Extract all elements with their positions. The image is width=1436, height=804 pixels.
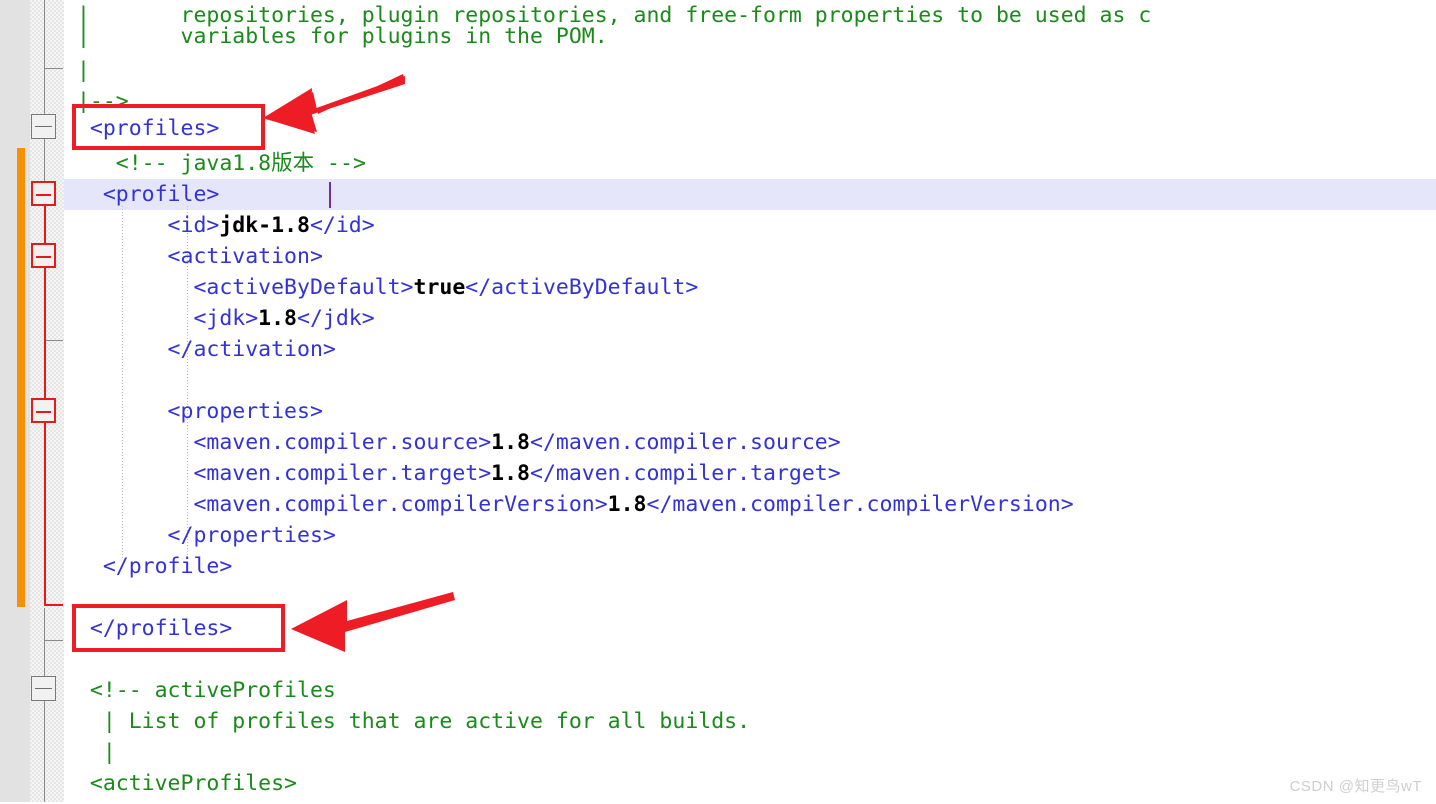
- code-token-tag: <maven.compiler.target>: [64, 461, 492, 486]
- fold-tree-line-2: [44, 139, 45, 183]
- code-line[interactable]: <profiles>: [64, 113, 219, 144]
- code-line[interactable]: |: [64, 55, 90, 86]
- code-token-value: jdk-1.8: [219, 213, 310, 238]
- code-line[interactable]: <maven.compiler.source>1.8</maven.compil…: [64, 427, 841, 458]
- code-token-tag: </profile>: [64, 554, 233, 579]
- text-caret: [329, 182, 331, 208]
- code-token-value: 1.8: [258, 306, 298, 331]
- code-line[interactable]: <!-- java1.8版本 -->: [64, 148, 366, 179]
- code-token-tag: <activation>: [64, 244, 323, 269]
- code-token-comment: <!-- activeProfiles: [64, 678, 336, 703]
- fold-marker-activeprofiles[interactable]: [31, 676, 56, 701]
- code-token-tag: <properties>: [64, 399, 323, 424]
- code-token-comment: | List of profiles that are active for a…: [64, 709, 751, 734]
- code-token-tag: <maven.compiler.compilerVersion>: [64, 492, 608, 517]
- code-line[interactable]: </profile>: [64, 551, 232, 582]
- fold-tree-line-top: [44, 0, 45, 114]
- fold-tree-line-3: [44, 608, 45, 678]
- fold-marker-activation[interactable]: [31, 243, 56, 268]
- code-line[interactable]: <activation>: [64, 241, 323, 272]
- code-token-tag: </activeByDefault>: [465, 275, 699, 300]
- code-token-tag: <maven.compiler.source>: [64, 430, 492, 455]
- fold-active-line-2: [44, 268, 46, 606]
- code-token-tag: <profiles>: [64, 116, 220, 141]
- code-line[interactable]: <id>jdk-1.8</id>: [64, 210, 375, 241]
- code-token-tag: </jdk>: [297, 306, 375, 331]
- code-line[interactable]: <activeByDefault>true</activeByDefault>: [64, 272, 698, 303]
- code-token-value: 1.8: [607, 492, 647, 517]
- fold-tree-line-bottom: [44, 701, 45, 804]
- code-line[interactable]: | variables for plugins in the POM.: [64, 21, 608, 52]
- code-line[interactable]: | List of profiles that are active for a…: [64, 706, 750, 737]
- code-line[interactable]: <activeProfiles>: [64, 768, 297, 799]
- vcs-change-bar[interactable]: [17, 148, 25, 607]
- code-token-tag: </activation>: [64, 337, 336, 362]
- code-token-tag: <activeByDefault>: [64, 275, 414, 300]
- code-token-tag: </maven.compiler.source>: [530, 430, 841, 455]
- code-token-tag: </profiles>: [64, 616, 233, 641]
- code-token-comment: |-->: [64, 89, 129, 114]
- fold-marker-properties[interactable]: [31, 398, 56, 423]
- code-token-tag: <jdk>: [64, 306, 259, 331]
- code-token-comment: |: [64, 740, 116, 765]
- code-token-comment: | variables for plugins in the POM.: [64, 24, 608, 49]
- code-line[interactable]: <profile>: [64, 179, 220, 210]
- code-token-tag: </id>: [309, 213, 375, 238]
- code-line[interactable]: <!-- activeProfiles: [64, 675, 336, 706]
- current-line-highlight: [64, 179, 1436, 210]
- code-text-area[interactable]: | repositories, plugin repositories, and…: [64, 0, 1436, 804]
- code-token-value: true: [413, 275, 466, 300]
- code-token-comment: |: [64, 58, 90, 83]
- code-token-comment: <activeProfiles>: [64, 771, 297, 796]
- code-token-value: 1.8: [491, 461, 530, 486]
- code-line[interactable]: <properties>: [64, 396, 323, 427]
- code-token-tag: </maven.compiler.target>: [530, 461, 841, 486]
- code-token-comment: <!-- java1.8版本 -->: [64, 151, 366, 176]
- fold-marker-profile-open[interactable]: [31, 181, 56, 206]
- code-line[interactable]: </activation>: [64, 334, 336, 365]
- code-line[interactable]: </profiles>: [64, 613, 232, 644]
- fold-marker-profiles-open[interactable]: [31, 114, 56, 139]
- code-token-tag: </maven.compiler.compilerVersion>: [646, 492, 1074, 517]
- code-token-tag: </properties>: [64, 523, 336, 548]
- code-token-value: 1.8: [491, 430, 530, 455]
- fold-tree-tick-2: [44, 340, 63, 341]
- code-line[interactable]: |: [64, 737, 116, 768]
- fold-active-line-1: [44, 206, 46, 244]
- fold-active-tick: [44, 604, 63, 606]
- code-line[interactable]: <maven.compiler.target>1.8</maven.compil…: [64, 458, 841, 489]
- xml-editor-screenshot: | repositories, plugin repositories, and…: [0, 0, 1436, 804]
- fold-tree-tick-3: [44, 640, 63, 641]
- code-token-tag: <profile>: [64, 182, 220, 207]
- code-line[interactable]: </properties>: [64, 520, 336, 551]
- code-line[interactable]: <jdk>1.8</jdk>: [64, 303, 375, 334]
- code-line[interactable]: <maven.compiler.compilerVersion>1.8</mav…: [64, 489, 1074, 520]
- code-token-tag: <id>: [64, 213, 220, 238]
- csdn-watermark: CSDN @知更鸟wT: [1289, 778, 1422, 795]
- fold-tree-tick-1: [44, 68, 63, 69]
- editor-gutter: [0, 0, 64, 804]
